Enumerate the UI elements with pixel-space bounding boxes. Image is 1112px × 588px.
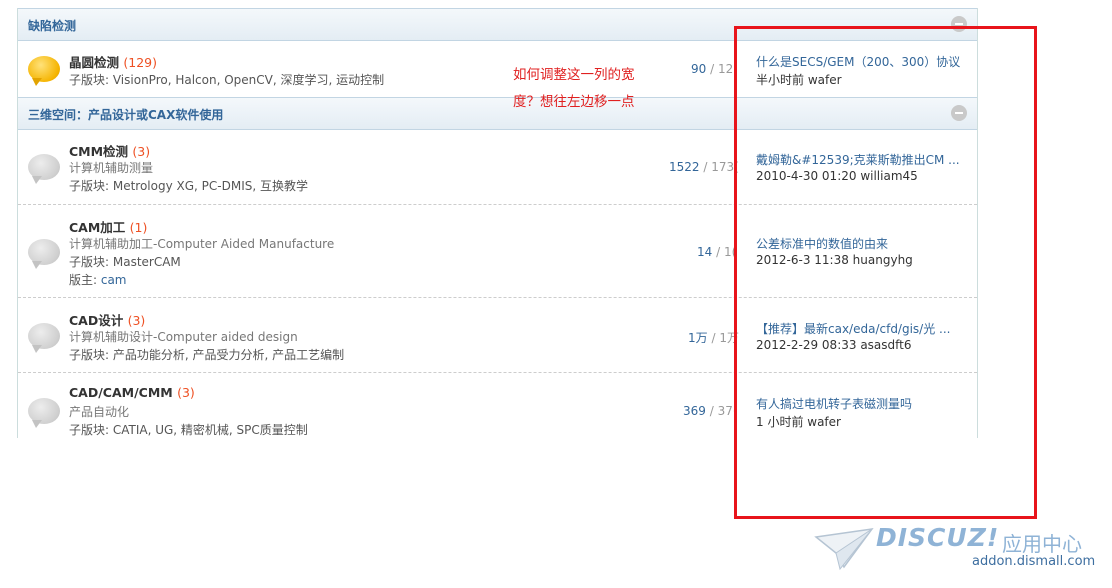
forum-icon <box>28 154 60 184</box>
forum-stats: 369 / 37( <box>683 404 738 418</box>
annotation-line: 如何调整这一列的宽 <box>513 67 635 83</box>
forum-link[interactable]: CAM加工 <box>69 220 125 235</box>
forum-link[interactable]: CAD设计 <box>69 313 123 328</box>
today-post-count: (3) <box>177 385 195 400</box>
today-post-count: (1) <box>129 220 148 235</box>
forum-description: 计算机辅助测量 <box>69 161 154 175</box>
logo-subtitle: 应用中心 <box>1002 532 1082 556</box>
annotation-line: 度？想往左边移一点 <box>513 94 635 110</box>
forum-link[interactable]: CAD/CAM/CMM <box>69 385 173 400</box>
logo-brand: DISCUZ! <box>876 523 1000 552</box>
forum-stats: 90 / 12( <box>691 62 738 76</box>
category-title[interactable]: 缺陷检测 <box>28 17 76 34</box>
forum-description: 计算机辅助设计-Computer aided design <box>69 330 298 344</box>
forum-stats: 1522 / 173( <box>669 160 739 174</box>
stats-posts: / 37( <box>705 404 738 418</box>
forum-name: CAD/CAM/CMM (3) <box>69 385 195 400</box>
forum-icon <box>28 239 60 269</box>
forum-stats: 1万 / 1万 <box>688 329 739 346</box>
moderator-link[interactable]: cam <box>101 273 127 287</box>
forum-subforums: 子版块: CATIA, UG, 精密机械, SPC质量控制 <box>69 423 308 437</box>
forum-moderator: 版主: cam <box>69 271 127 288</box>
logo-url: addon.dismall.com <box>972 554 1096 569</box>
forum-name: CAM加工 (1) <box>69 217 147 236</box>
stats-posts: / 173( <box>699 160 739 174</box>
today-post-count: (129) <box>123 55 157 70</box>
stats-threads: 1522 <box>669 160 700 174</box>
forum-name: CAD设计 (3) <box>69 310 145 329</box>
paper-plane-icon <box>814 528 874 571</box>
forum-subforums: 子版块: Metrology XG, PC-DMIS, 互换教学 <box>69 179 308 193</box>
today-post-count: (3) <box>132 144 151 159</box>
forum-subforums: 子版块: 产品功能分析, 产品受力分析, 产品工艺编制 <box>69 348 345 362</box>
today-post-count: (3) <box>127 313 146 328</box>
stats-posts: / 1( <box>712 245 737 259</box>
forum-name: 晶圆检测 (129) <box>69 52 157 71</box>
stats-threads: 1万 <box>688 331 708 345</box>
forum-icon <box>28 398 60 428</box>
category-title[interactable]: 三维空间：产品设计或CAX软件使用 <box>28 106 223 123</box>
forum-icon <box>28 323 60 353</box>
annotation-text: 如何调整这一列的宽 度？想往左边移一点 <box>513 62 635 116</box>
stats-threads: 14 <box>697 245 713 259</box>
stats-threads: 369 <box>683 404 706 418</box>
forum-link[interactable]: CMM检测 <box>69 144 128 159</box>
forum-link[interactable]: 晶圆检测 <box>69 55 119 70</box>
stats-threads: 90 <box>691 62 707 76</box>
forum-description: 产品自动化 <box>69 405 130 419</box>
forum-subforums: 子版块: VisionPro, Halcon, OpenCV, 深度学习, 运动… <box>69 73 385 87</box>
forum-description: 计算机辅助加工-Computer Aided Manufacture <box>69 237 335 251</box>
forum-name: CMM检测 (3) <box>69 141 150 160</box>
discuz-watermark-logo: DISCUZ! 应用中心 addon.dismall.com <box>814 523 1104 575</box>
forum-subforums: 子版块: MasterCAM <box>69 255 181 269</box>
moderator-label: 版主: <box>69 273 101 287</box>
forum-stats: 14 / 1( <box>697 245 736 259</box>
forum-new-icon <box>28 56 60 86</box>
highlight-box <box>734 26 1037 519</box>
